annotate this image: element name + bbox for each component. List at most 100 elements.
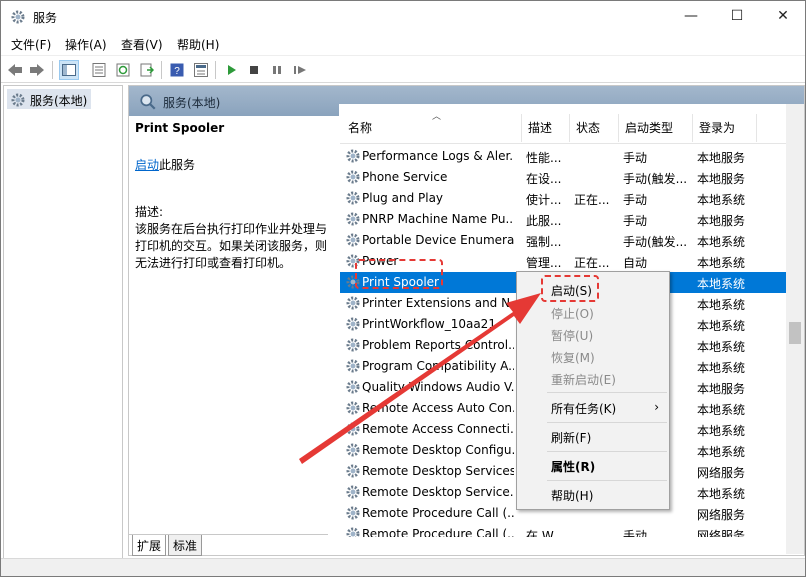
menu-pause[interactable]: 暂停(U) bbox=[551, 327, 593, 344]
cell-log-on-as: 本地系统 bbox=[697, 445, 746, 459]
cell-log-on-as: 本地系统 bbox=[697, 340, 746, 354]
panel-title: 服务(本地) bbox=[163, 96, 221, 110]
refresh-icon[interactable] bbox=[113, 60, 133, 80]
cell-startup-type: 自动 bbox=[623, 256, 648, 270]
menu-file[interactable]: 文件(F) bbox=[11, 36, 51, 53]
column-log-on-as[interactable]: 登录为 bbox=[699, 119, 735, 136]
menu-restart[interactable]: 重新启动(E) bbox=[551, 371, 616, 388]
cell-log-on-as: 本地系统 bbox=[697, 361, 746, 375]
service-gear-icon bbox=[346, 443, 360, 457]
service-gear-icon bbox=[346, 401, 360, 415]
status-bar bbox=[1, 558, 805, 576]
table-row[interactable]: PNRP Machine Name Pu... 此服... 手动 本地服务 bbox=[340, 209, 799, 230]
forward-arrow-icon[interactable] bbox=[27, 60, 47, 80]
pause-service-icon[interactable] bbox=[267, 60, 287, 80]
cell-name: Remote Access Connecti... bbox=[362, 422, 514, 436]
table-row[interactable]: Performance Logs & Aler... 性能... 手动 本地服务 bbox=[340, 146, 799, 167]
cell-name: Remote Desktop Configu... bbox=[362, 443, 514, 457]
context-menu: 启动(S) 停止(O) 暂停(U) 恢复(M) 重新启动(E) 所有任务(K) … bbox=[516, 271, 670, 510]
service-gear-icon bbox=[346, 506, 360, 520]
column-name[interactable]: 名称 bbox=[348, 119, 372, 136]
cell-name: Portable Device Enumera... bbox=[362, 233, 514, 247]
list-view-icon[interactable] bbox=[89, 60, 109, 80]
menu-refresh[interactable]: 刷新(F) bbox=[551, 429, 591, 446]
submenu-arrow-icon: › bbox=[654, 400, 659, 414]
cell-startup-type: 手动(触发... bbox=[623, 235, 688, 249]
export-list-icon[interactable] bbox=[137, 60, 157, 80]
start-service-link[interactable]: 启动 bbox=[135, 158, 159, 172]
highlight-box-start bbox=[541, 275, 599, 302]
maximize-button[interactable]: ☐ bbox=[714, 1, 760, 32]
cell-log-on-as: 本地系统 bbox=[697, 235, 746, 249]
cell-log-on-as: 网络服务 bbox=[697, 508, 746, 522]
cell-startup-type: 手动(触发... bbox=[623, 172, 688, 186]
restart-service-icon[interactable] bbox=[290, 60, 310, 80]
menu-stop[interactable]: 停止(O) bbox=[551, 305, 594, 322]
cell-name: Remote Procedure Call (... bbox=[362, 527, 514, 537]
table-row[interactable]: Portable Device Enumera... 强制... 手动(触发... 本… bbox=[340, 230, 799, 251]
minimize-button[interactable]: — bbox=[668, 1, 714, 32]
table-row[interactable]: Remote Procedure Call (... 在 W... 手动 网络服务 bbox=[340, 524, 799, 537]
tree-node-services-local[interactable]: 服务(本地) bbox=[7, 89, 92, 109]
tab-extended[interactable]: 扩展 bbox=[132, 535, 167, 556]
cell-log-on-as: 本地系统 bbox=[697, 424, 746, 438]
menu-view[interactable]: 查看(V) bbox=[121, 36, 163, 53]
description-text: 该服务在后台执行打印作业并处理与打印机的交互。如果关闭该服务，则无法进行打印或查… bbox=[135, 222, 328, 270]
back-arrow-icon[interactable] bbox=[5, 60, 25, 80]
description-label: 描述: bbox=[135, 205, 164, 219]
toolbar: ? bbox=[1, 55, 805, 83]
service-gear-icon bbox=[346, 359, 360, 373]
service-gear-icon bbox=[346, 212, 360, 226]
vertical-scrollbar[interactable] bbox=[786, 104, 804, 554]
service-gear-icon bbox=[346, 338, 360, 352]
cell-startup-type: 手动 bbox=[623, 193, 648, 207]
tab-standard[interactable]: 标准 bbox=[168, 535, 203, 556]
tree-node-label: 服务(本地) bbox=[30, 94, 88, 108]
table-row[interactable]: Plug and Play 使计... 正在... 手动 本地系统 bbox=[340, 188, 799, 209]
column-status[interactable]: 状态 bbox=[576, 119, 600, 136]
column-header-row: ︿ 名称 描述 状态 启动类型 登录为 bbox=[340, 104, 799, 144]
menu-help[interactable]: 帮助(H) bbox=[177, 36, 219, 53]
menu-action[interactable]: 操作(A) bbox=[65, 36, 107, 53]
menu-resume[interactable]: 恢复(M) bbox=[551, 349, 595, 366]
service-gear-icon bbox=[346, 296, 360, 310]
search-magnifier-icon bbox=[140, 94, 156, 110]
cell-description: 此服... bbox=[526, 214, 562, 228]
cell-log-on-as: 网络服务 bbox=[697, 529, 746, 537]
service-gear-icon bbox=[346, 464, 360, 478]
service-gear-icon bbox=[346, 485, 360, 499]
console-tree-icon[interactable] bbox=[59, 60, 79, 80]
table-row[interactable]: Phone Service 在设... 手动(触发... 本地服务 bbox=[340, 167, 799, 188]
scrollbar-thumb[interactable] bbox=[789, 322, 801, 344]
menu-properties[interactable]: 属性(R) bbox=[551, 458, 595, 475]
cell-name: Quality Windows Audio V... bbox=[362, 380, 514, 394]
sort-ascending-icon: ︿ bbox=[432, 112, 442, 122]
cell-log-on-as: 本地服务 bbox=[697, 172, 746, 186]
start-service-suffix: 此服务 bbox=[159, 158, 196, 172]
cell-description: 在 W... bbox=[526, 529, 564, 537]
menu-help[interactable]: 帮助(H) bbox=[551, 487, 593, 504]
column-startup-type[interactable]: 启动类型 bbox=[625, 119, 673, 136]
stop-service-icon[interactable] bbox=[244, 60, 264, 80]
cell-name: PNRP Machine Name Pu... bbox=[362, 212, 514, 226]
service-gear-icon bbox=[346, 527, 360, 537]
cell-name: Program Compatibility A... bbox=[362, 359, 514, 373]
cell-log-on-as: 本地服务 bbox=[697, 382, 746, 396]
start-service-line: 启动此服务 bbox=[135, 157, 331, 174]
help-icon[interactable]: ? bbox=[167, 60, 187, 80]
cell-startup-type: 手动 bbox=[623, 214, 648, 228]
cell-name: Performance Logs & Aler... bbox=[362, 149, 514, 163]
cell-log-on-as: 本地系统 bbox=[697, 487, 746, 501]
cell-log-on-as: 本地系统 bbox=[697, 403, 746, 417]
close-button[interactable]: ✕ bbox=[760, 1, 805, 32]
menu-all-tasks[interactable]: 所有任务(K) bbox=[551, 400, 616, 417]
cell-description: 性能... bbox=[526, 151, 562, 165]
properties-view-icon[interactable] bbox=[191, 60, 211, 80]
cell-name: Phone Service bbox=[362, 170, 448, 184]
cell-log-on-as: 本地系统 bbox=[697, 298, 746, 312]
service-gear-icon bbox=[346, 191, 360, 205]
column-description[interactable]: 描述 bbox=[528, 119, 552, 136]
start-service-icon[interactable] bbox=[221, 60, 241, 80]
cell-name: Problem Reports Control... bbox=[362, 338, 514, 352]
console-tree: 服务(本地) bbox=[3, 85, 123, 575]
